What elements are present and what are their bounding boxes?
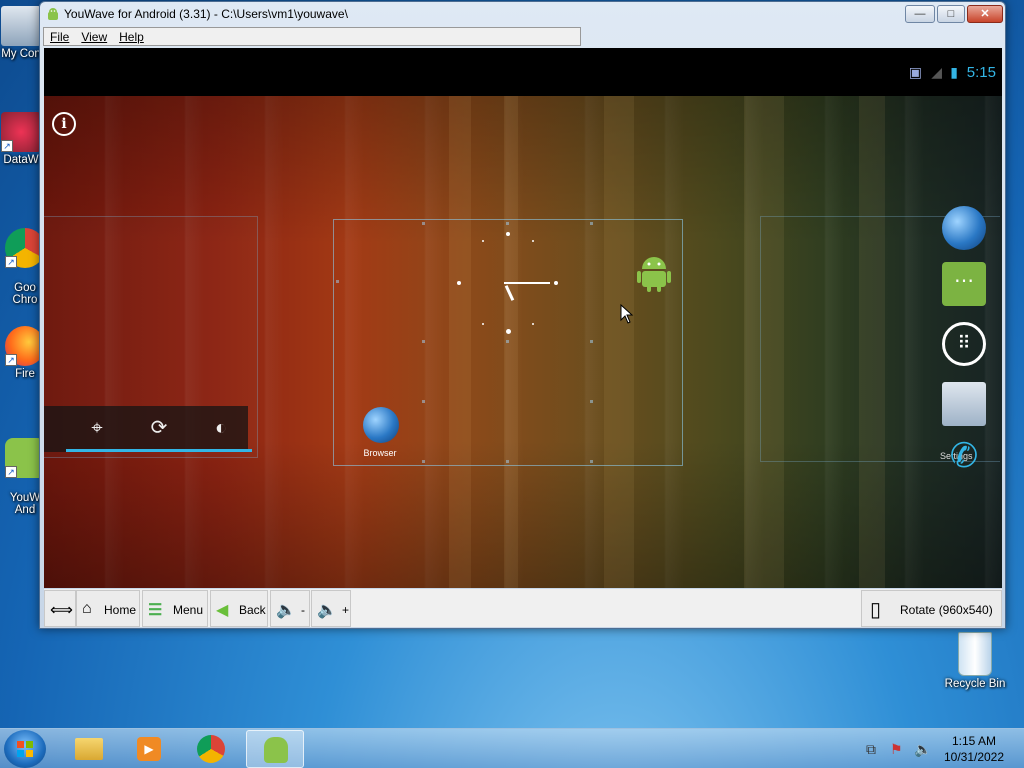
speaker-icon: 🔈: [276, 602, 296, 619]
info-icon[interactable]: i: [52, 112, 76, 136]
rotate-button[interactable]: ▯ Rotate (960x540): [861, 590, 1002, 627]
window-title: YouWave for Android (3.31) - C:\Users\vm…: [64, 7, 348, 21]
home-button[interactable]: ⌂ Home: [76, 590, 140, 627]
back-label: Back: [239, 603, 266, 617]
status-time: 5:15: [966, 64, 996, 81]
home-icon: ⌂: [82, 600, 92, 617]
android-icon: [48, 8, 58, 20]
browser-dock-icon[interactable]: [942, 206, 986, 250]
menu-icon: ☰: [148, 602, 163, 619]
taskbar-clock[interactable]: 1:15 AM 10/31/2022: [938, 733, 1010, 765]
rotate-device-icon: ▯: [870, 599, 882, 621]
messaging-icon[interactable]: ⋯: [942, 262, 986, 306]
youwave-icon: [264, 737, 288, 763]
network-tray-icon[interactable]: ⧉: [866, 741, 876, 758]
android-status-bar: ▣ ◢ ▮ 5:15: [44, 48, 1002, 96]
title-bar[interactable]: YouWave for Android (3.31) - C:\Users\vm…: [40, 2, 1005, 27]
gps-toggle-icon[interactable]: ⌖: [66, 406, 128, 452]
menu-view[interactable]: View: [75, 28, 113, 44]
rotate-label: Rotate (960x540): [900, 603, 993, 617]
volume-down-button[interactable]: 🔈 -: [270, 590, 310, 627]
network-icon: ▣: [908, 64, 922, 80]
taskbar-chrome[interactable]: [182, 730, 240, 768]
android-robot-icon[interactable]: [636, 253, 672, 293]
media-player-icon: ▶: [137, 737, 161, 761]
clock-date: 10/31/2022: [943, 750, 1005, 764]
desktop-icon-label: My Con: [1, 48, 41, 60]
back-button[interactable]: ◀ Back: [210, 590, 268, 627]
computer-icon: [1, 6, 41, 46]
apps-icon[interactable]: ⠿: [942, 322, 986, 366]
menu-button[interactable]: ☰ Menu: [142, 590, 208, 627]
desktop-icon-label: DataW: [3, 154, 39, 166]
action-center-icon[interactable]: ⚑: [890, 741, 903, 758]
control-bar: ⟺ ⌂ Home ☰ Menu ◀ Back 🔈 - 🔈 + ▯ Rotate …: [44, 589, 1002, 627]
contacts-icon[interactable]: [942, 382, 986, 426]
desktop-icon-label: YouW And: [9, 492, 41, 516]
resize-arrows-icon: ⟺: [50, 602, 73, 619]
youwave-window: YouWave for Android (3.31) - C:\Users\vm…: [39, 1, 1006, 629]
close-button[interactable]: ✕: [967, 5, 1003, 23]
brightness-toggle-icon[interactable]: ◐: [190, 406, 252, 452]
volume-up-button[interactable]: 🔈 +: [311, 590, 351, 627]
minimize-button[interactable]: —: [905, 5, 935, 23]
menu-bar: File View Help: [43, 27, 581, 46]
explorer-icon: [75, 738, 103, 760]
resize-button[interactable]: ⟺: [44, 590, 76, 627]
start-button[interactable]: [4, 730, 46, 768]
clock-time: 1:15 AM: [951, 734, 997, 748]
power-control-widget: ⌖ ⟳ ◐: [44, 406, 252, 452]
signal-icon: ◢: [931, 64, 942, 80]
menu-file[interactable]: File: [44, 28, 75, 44]
speaker-icon: 🔈: [317, 602, 337, 619]
taskbar-explorer[interactable]: [60, 730, 118, 768]
chrome-icon: [197, 735, 225, 763]
volume-tray-icon[interactable]: 🔈: [914, 741, 931, 758]
sync-toggle-icon[interactable]: ⟳: [128, 406, 190, 452]
desktop-icon-label: Fire: [15, 368, 35, 380]
taskbar: ▶ ⧉ ⚑ 🔈 1:15 AM 10/31/2022: [0, 728, 1024, 768]
maximize-button[interactable]: □: [937, 5, 965, 23]
back-arrow-icon: ◀: [216, 602, 229, 619]
taskbar-youwave[interactable]: [246, 730, 304, 768]
desktop-icon-label: Goo Chro: [12, 282, 38, 306]
menu-label: Menu: [173, 603, 204, 617]
windows-logo-icon: [17, 741, 33, 757]
recycle-bin-icon: [958, 632, 992, 676]
browser-icon[interactable]: [363, 407, 399, 443]
datawarehouse-icon: ↗: [1, 112, 41, 152]
browser-label: Browser: [363, 448, 397, 458]
analog-clock-widget[interactable]: [454, 228, 564, 338]
volume-down-label: -: [301, 603, 305, 617]
mouse-cursor-icon: [620, 304, 634, 324]
menu-help[interactable]: Help: [113, 28, 150, 44]
home-label: Home: [104, 603, 137, 617]
volume-up-label: +: [342, 603, 350, 617]
phone-icon[interactable]: ✆: [942, 436, 986, 480]
android-screen[interactable]: ▣ ◢ ▮ 5:15 i ⌖ ⟳ ◐ Browser ⋯ ⠿ Settings …: [44, 48, 1002, 588]
battery-icon: ▮: [950, 64, 958, 80]
taskbar-media-player[interactable]: ▶: [120, 730, 178, 768]
desktop-icon-recycle-bin[interactable]: Recycle Bin: [940, 632, 1010, 690]
desktop-icon-label: Recycle Bin: [944, 678, 1006, 690]
